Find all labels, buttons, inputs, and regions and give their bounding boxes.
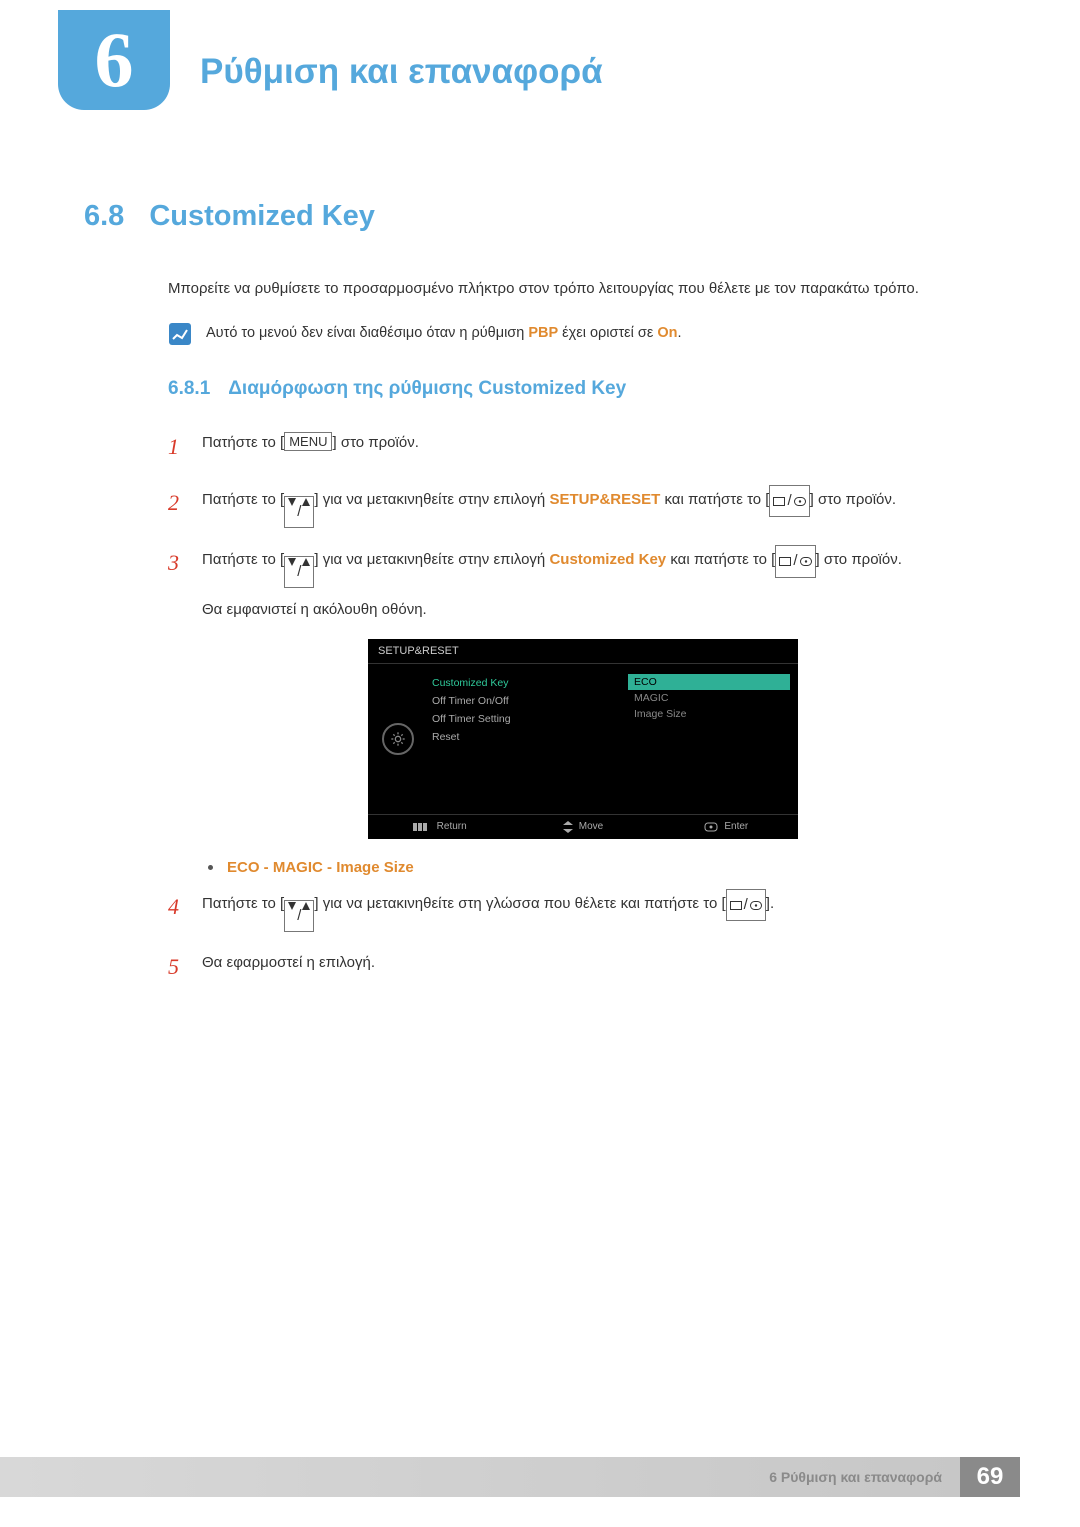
menu-button-label: MENU xyxy=(284,432,332,451)
enter-icon xyxy=(704,822,718,832)
option-bullet: ECO - MAGIC - Image Size xyxy=(168,859,996,876)
enter-icon: / xyxy=(775,545,815,578)
step-number: 5 xyxy=(168,946,202,988)
osd-option-selected: ECO xyxy=(628,674,790,690)
enter-icon: / xyxy=(769,485,809,518)
gear-icon xyxy=(382,723,414,755)
osd-option: Image Size xyxy=(628,706,790,722)
up-down-icon: / xyxy=(284,556,314,589)
section-title: Customized Key xyxy=(149,200,375,232)
intro-paragraph: Μπορείτε να ρυθμίσετε το προσαρμοσμένο π… xyxy=(84,275,996,302)
footer-chapter-label: 6 Ρύθμιση και επαναφορά xyxy=(769,1469,942,1485)
page-header: 6 Ρύθμιση και επαναφορά xyxy=(0,0,1080,110)
osd-title: SETUP&RESET xyxy=(368,639,798,664)
chapter-title: Ρύθμιση και επαναφορά xyxy=(200,52,603,92)
osd-menu-item: Reset xyxy=(432,728,624,746)
chapter-number-badge: 6 xyxy=(58,10,170,110)
return-icon xyxy=(413,822,431,832)
section-number: 6.8 xyxy=(84,200,124,232)
move-icon xyxy=(563,821,573,833)
osd-option: MAGIC xyxy=(628,690,790,706)
subsection-title: Διαμόρφωση της ρύθμισης Customized Key xyxy=(228,378,626,399)
osd-screenshot: SETUP&RESET Customized Key Off Timer On/… xyxy=(368,639,798,839)
note-callout: Αυτό το μενού δεν είναι διαθέσιμο όταν η… xyxy=(84,322,996,346)
step-number: 3 xyxy=(168,542,202,584)
note-icon xyxy=(168,322,192,346)
page-number: 69 xyxy=(960,1457,1020,1497)
step-3-below-text: Θα εμφανιστεί η ακόλουθη οθόνη. xyxy=(202,596,902,625)
enter-icon: / xyxy=(726,889,766,922)
step-2: 2 Πατήστε το [/] για να μετακινηθείτε στ… xyxy=(168,482,996,528)
step-number: 1 xyxy=(168,426,202,468)
osd-menu-item: Customized Key xyxy=(432,674,624,692)
up-down-icon: / xyxy=(284,496,314,529)
osd-options-list: ECO MAGIC Image Size xyxy=(628,664,798,814)
note-text: Αυτό το μενού δεν είναι διαθέσιμο όταν η… xyxy=(206,322,682,345)
page-footer: 6 Ρύθμιση και επαναφορά 69 xyxy=(0,1457,1080,1497)
step-number: 4 xyxy=(168,886,202,928)
step-number: 2 xyxy=(168,482,202,524)
osd-menu-item: Off Timer On/Off xyxy=(432,692,624,710)
section-heading: 6.8 Customized Key xyxy=(84,200,996,233)
bullet-icon xyxy=(208,865,213,870)
step-5: 5 Θα εφαρμοστεί η επιλογή. xyxy=(168,946,996,988)
subsection-heading: 6.8.1 Διαμόρφωση της ρύθμισης Customized … xyxy=(84,378,996,400)
osd-footer: Return Move Enter xyxy=(368,814,798,839)
up-down-icon: / xyxy=(284,900,314,933)
step-1: 1 Πατήστε το [MENU] στο προϊόν. xyxy=(168,426,996,468)
step-3: 3 Πατήστε το [/] για να μετακινηθείτε στ… xyxy=(168,542,996,625)
osd-menu-item: Off Timer Setting xyxy=(432,710,624,728)
subsection-number: 6.8.1 xyxy=(168,378,210,399)
step-4: 4 Πατήστε το [/] για να μετακινηθείτε στ… xyxy=(168,886,996,932)
osd-menu-list: Customized Key Off Timer On/Off Off Time… xyxy=(428,664,628,814)
